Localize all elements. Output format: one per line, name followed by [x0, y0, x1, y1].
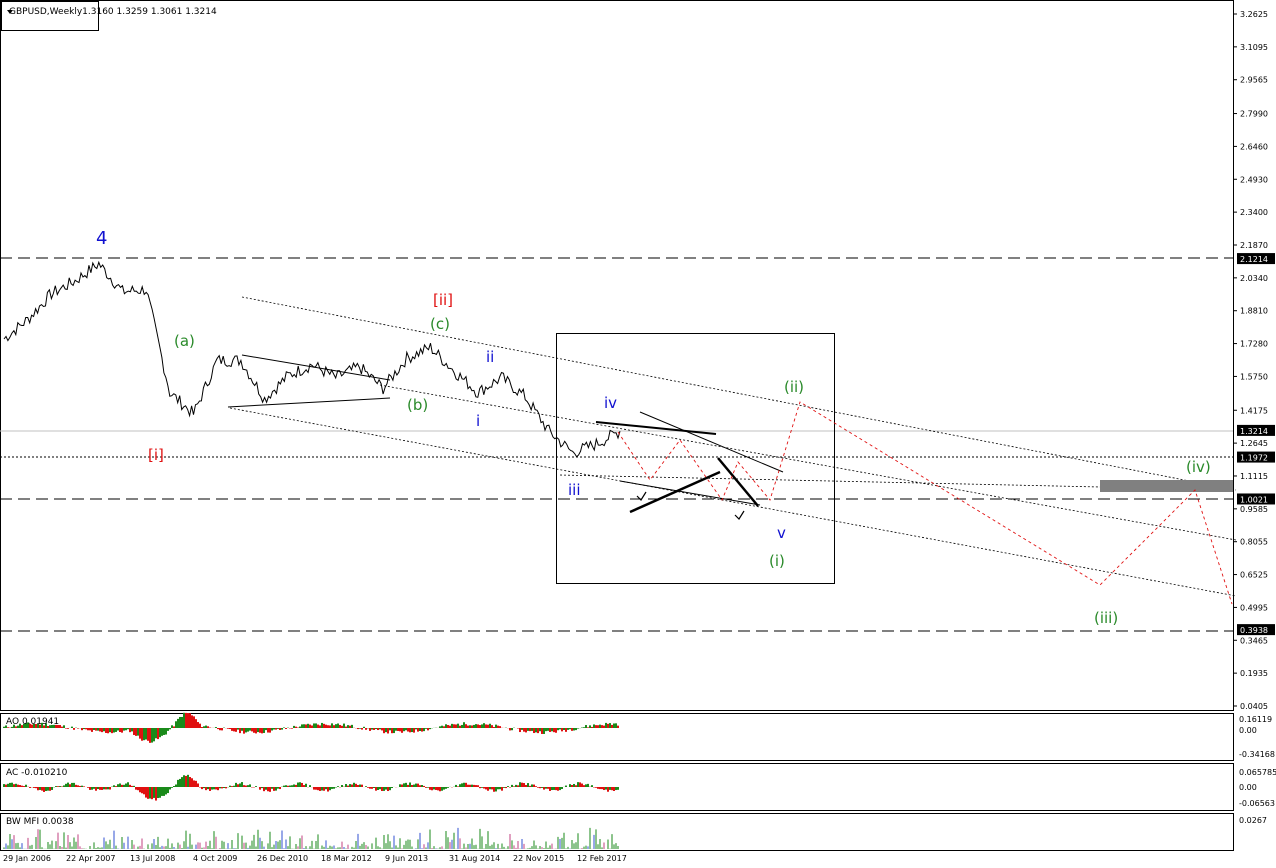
channel-middle-line — [379, 384, 1237, 541]
ac-label: AC -0.010210 — [6, 768, 68, 778]
mfi-tick-top: 0.0267 — [1239, 816, 1267, 825]
ao-tick-mid: 0.00 — [1239, 726, 1257, 735]
price-tick-label: 2.1870 — [1240, 241, 1268, 250]
price-tag-label: 2.1214 — [1240, 255, 1268, 264]
channel-lower-line — [229, 407, 1237, 597]
ending-diagonal-a — [629, 470, 721, 514]
price-axis: 3.2625 3.1095 2.9565 2.7990 2.6460 2.4930 2.34… — [1233, 10, 1268, 711]
main-panel-frame — [0, 0, 1234, 711]
price-tick-label: 2.9565 — [1240, 76, 1268, 85]
price-tick-label: 1.1115 — [1240, 472, 1268, 481]
price-tick-label: 0.8055 — [1240, 538, 1268, 547]
trend-line-b-top — [241, 354, 391, 381]
time-tick-label: 31 Aug 2014 — [449, 854, 500, 863]
wave-label-iii: iii — [568, 481, 581, 499]
zoom-rectangle[interactable] — [556, 333, 835, 584]
time-tick-label: 22 Apr 2007 — [66, 854, 115, 863]
mfi-histogram — [3, 827, 619, 849]
price-tick-label: 1.7280 — [1240, 340, 1268, 349]
price-tick-label: 2.3400 — [1240, 208, 1268, 217]
reference-lines — [0, 257, 1233, 632]
time-tick-label: 13 Jul 2008 — [130, 854, 175, 863]
ao-histogram — [3, 712, 619, 743]
price-tick-label: 2.7990 — [1240, 110, 1268, 119]
price-tick-label: 1.4175 — [1240, 406, 1268, 415]
time-tick-label: 9 Jun 2013 — [385, 854, 428, 863]
price-tick-label: 1.2645 — [1240, 439, 1268, 448]
wave-label-a: (a) — [174, 332, 195, 350]
wave-label-red-i: [i] — [148, 446, 164, 464]
wave-label-red-ii: [ii] — [433, 291, 453, 309]
time-tick-label: 26 Dec 2010 — [257, 854, 308, 863]
wave-label-green-ii: (ii) — [784, 378, 804, 396]
price-tick-label: 3.1095 — [1240, 43, 1268, 52]
time-tick-label: 22 Nov 2015 — [513, 854, 564, 863]
wave-label-b: (b) — [407, 396, 428, 414]
wave-label-4: 4 — [96, 228, 107, 249]
triangle-upper-line — [639, 411, 784, 473]
wave-label-green-i: (i) — [769, 552, 785, 570]
price-line — [3, 260, 621, 458]
price-tick-label: 2.4930 — [1240, 175, 1268, 184]
wave-label-iv: iv — [604, 394, 617, 412]
wave-label-ii: ii — [486, 348, 494, 366]
price-tick-label: 3.2625 — [1240, 10, 1268, 19]
chart-canvas[interactable]: 3.2625 3.1095 2.9565 2.7990 2.6460 2.4930 2.34… — [0, 0, 1276, 868]
trend-line-b-bottom — [227, 397, 391, 408]
price-tick-label: 1.5750 — [1240, 372, 1268, 381]
wave-label-i: i — [476, 412, 480, 430]
price-tick-label: 1.8810 — [1240, 307, 1268, 316]
ac-tick-mid: 0.00 — [1239, 783, 1257, 792]
price-tick-label: 2.0340 — [1240, 274, 1268, 283]
time-tick-label: 4 Oct 2009 — [193, 854, 237, 863]
mfi-panel-frame — [0, 813, 1234, 851]
wave-label-v: v — [777, 524, 786, 542]
price-tick-label: 0.1935 — [1240, 669, 1268, 678]
channel-lines — [229, 296, 1237, 597]
ac-tick-top: 0.065785 — [1239, 768, 1276, 777]
ac-tick-bottom: -0.06563 — [1239, 799, 1275, 808]
checkmarks — [636, 491, 745, 520]
ao-label: AO 0.01941 — [6, 717, 59, 727]
time-tick-label: 18 Mar 2012 — [321, 854, 372, 863]
ao-tick-bottom: -0.34168 — [1239, 750, 1275, 759]
ac-histogram — [3, 774, 619, 801]
price-tick-label: 0.9585 — [1240, 505, 1268, 514]
price-tag-label: 0.3938 — [1240, 626, 1268, 635]
projection-path — [617, 401, 1233, 605]
triangle-top-line — [595, 421, 717, 435]
price-tick-label: 0.0405 — [1240, 702, 1268, 711]
ao-tick-top: 0.16119 — [1239, 715, 1272, 724]
price-tag-label: 1.1972 — [1240, 454, 1268, 463]
wave-label-green-iii: (iii) — [1094, 609, 1118, 627]
price-tick-label: 2.6460 — [1240, 142, 1268, 151]
target-zone — [1100, 480, 1233, 492]
wave-label-c: (c) — [430, 315, 450, 333]
price-tick-label: 0.6525 — [1240, 571, 1268, 580]
time-axis: 29 Jan 2006 22 Apr 2007 13 Jul 2008 4 Oct 2… — [3, 854, 627, 863]
price-tag-label: 1.3214 — [1240, 427, 1268, 436]
channel-upper-line — [241, 296, 1237, 491]
price-tick-label: 0.3465 — [1240, 636, 1268, 645]
price-tag-label: 1.0021 — [1240, 495, 1268, 504]
checkmark-icon — [734, 510, 745, 520]
trend-lines — [227, 354, 784, 514]
price-tick-label: 0.4995 — [1240, 603, 1268, 612]
time-tick-label: 12 Feb 2017 — [577, 854, 627, 863]
mfi-label: BW MFI 0.0038 — [6, 817, 74, 827]
wave-label-green-iv: (iv) — [1186, 458, 1211, 476]
time-tick-label: 29 Jan 2006 — [3, 854, 51, 863]
